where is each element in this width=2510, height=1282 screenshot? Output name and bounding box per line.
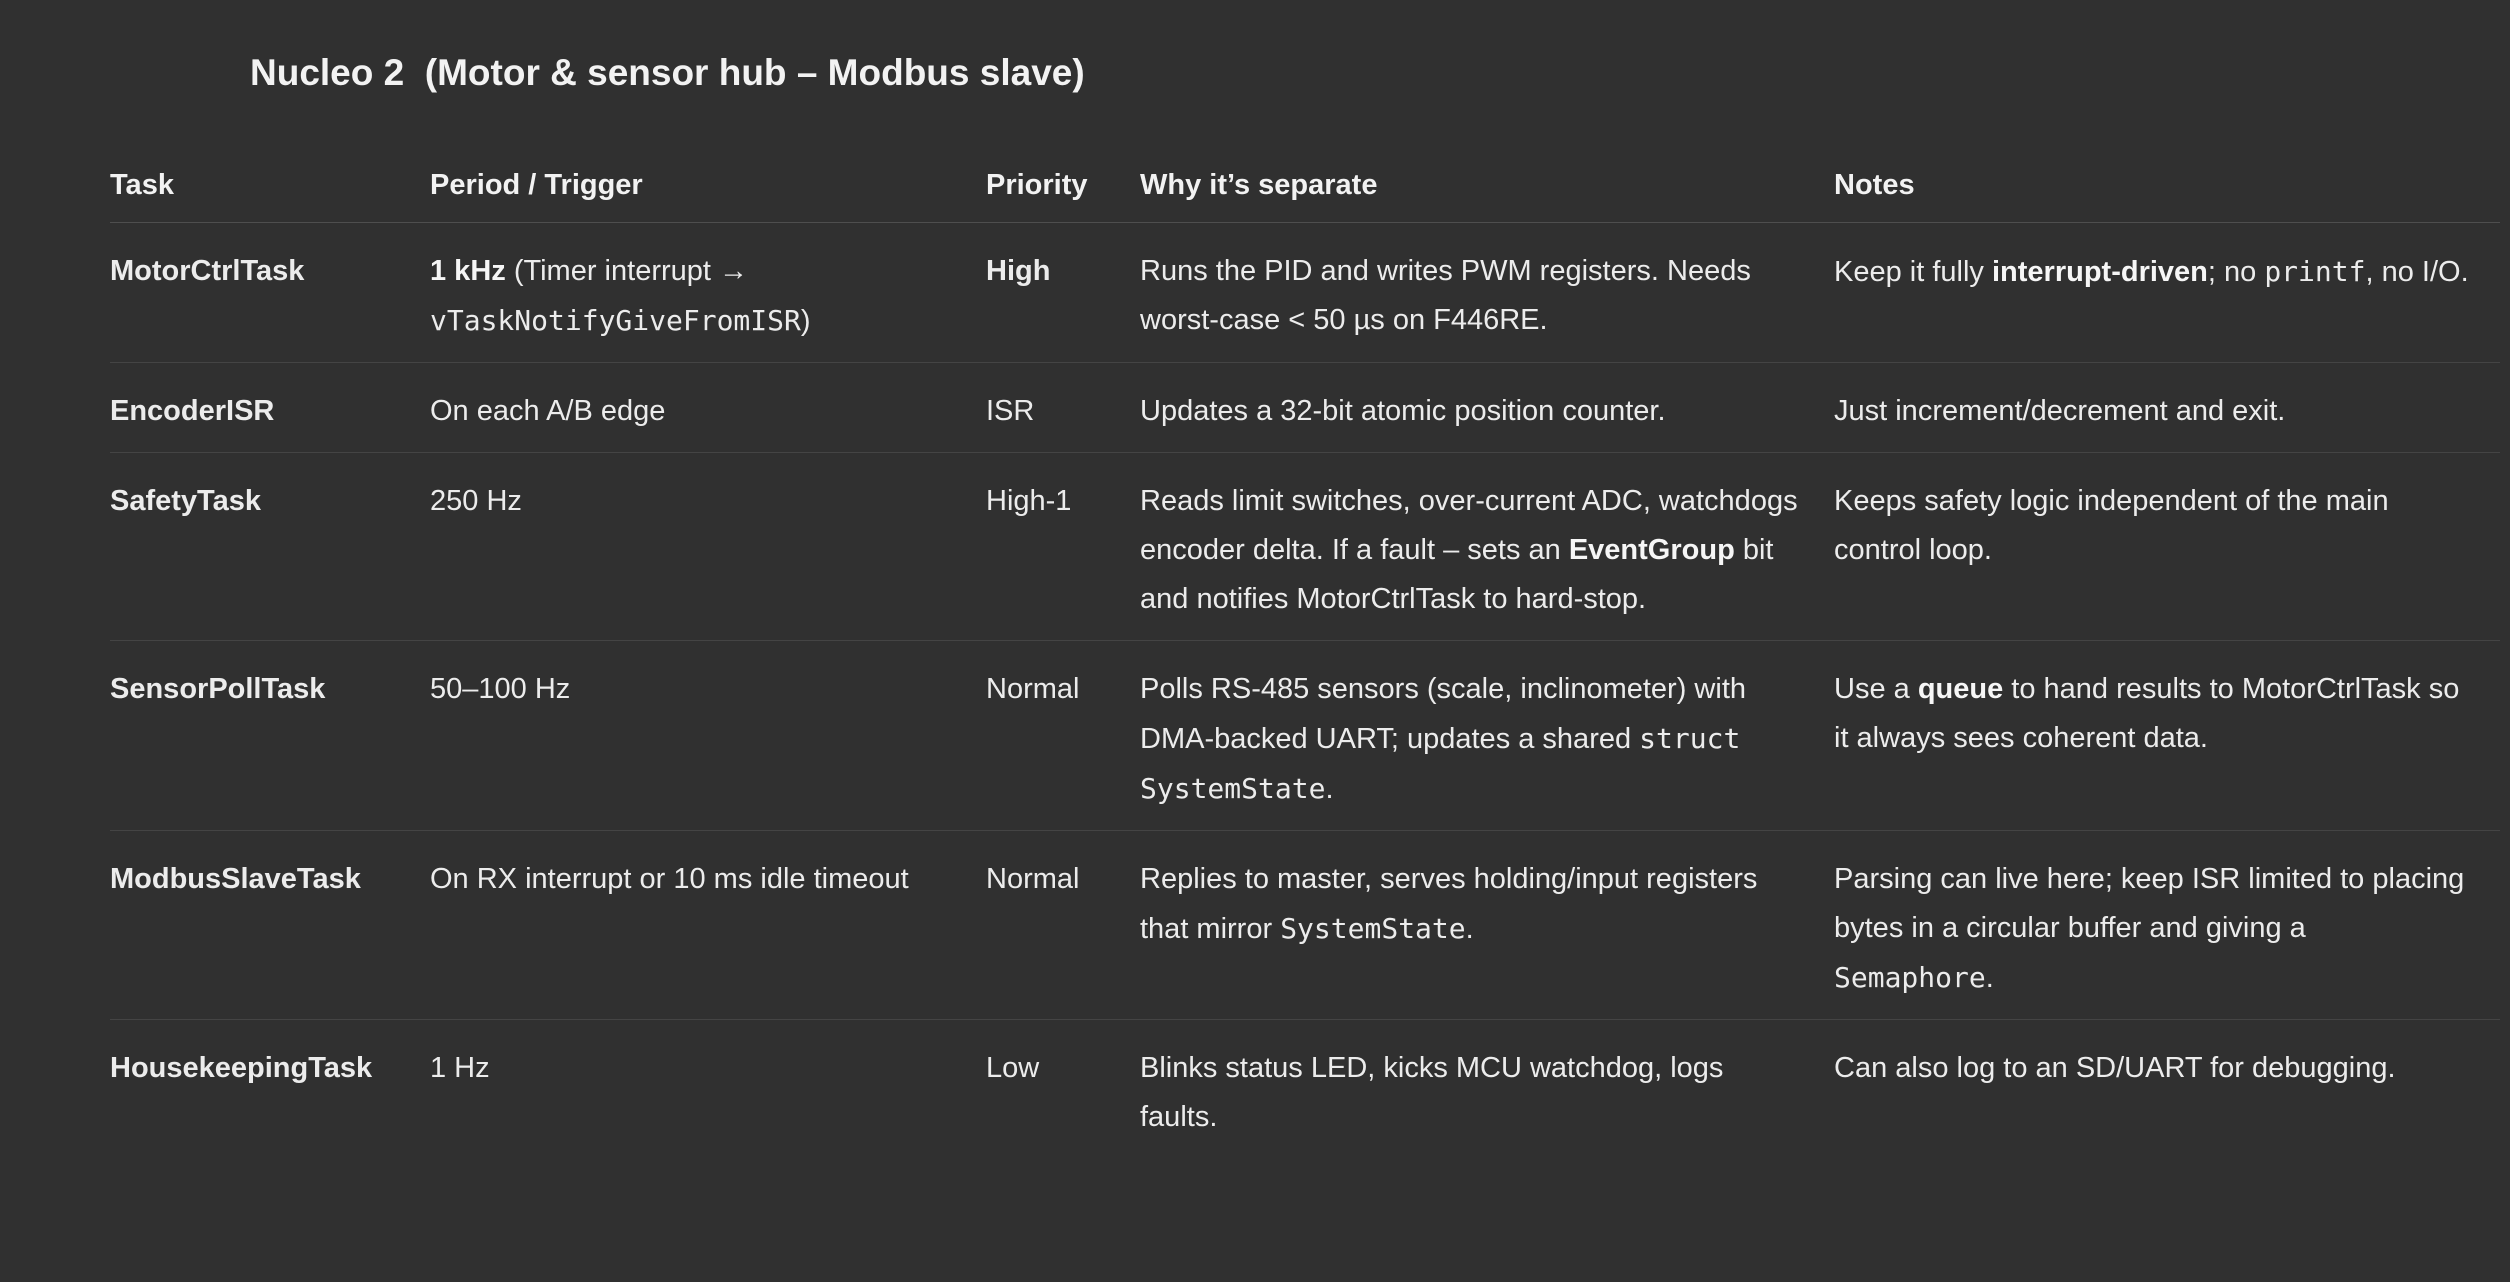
why-cell: Blinks status LED, kicks MCU watchdog, l… bbox=[1140, 1052, 1724, 1133]
table-row: EncoderISR On each A/B edge ISR Updates … bbox=[110, 362, 2500, 453]
section-heading: Nucleo 2 (Motor & sensor hub – Modbus sl… bbox=[250, 52, 1085, 93]
priority-cell: Normal bbox=[986, 640, 1140, 831]
inline-code: vTaskNotifyGiveFromISR bbox=[430, 304, 801, 337]
inline-code: Semaphore bbox=[1834, 961, 1986, 994]
period-cell: 1 Hz bbox=[430, 1052, 490, 1084]
task-name-cell: EncoderISR bbox=[110, 362, 430, 453]
why-cell: Runs the PID and writes PWM registers. N… bbox=[1140, 222, 1834, 363]
column-header-period: Period / Trigger bbox=[430, 150, 986, 223]
task-name-cell: MotorCtrlTask bbox=[110, 222, 430, 363]
task-name-cell: ModbusSlaveTask bbox=[110, 830, 430, 1020]
column-header-notes: Notes bbox=[1834, 150, 2500, 223]
why-cell: Replies to master, serves holding/input … bbox=[1140, 830, 1834, 1020]
notes-cell: Parsing can live here; keep ISR limited … bbox=[1834, 830, 2500, 1020]
table-row: HousekeepingTask 1 Hz Low Blinks status … bbox=[110, 1020, 2500, 1159]
period-frequency: 1 kHz bbox=[430, 255, 506, 287]
column-header-task: Task bbox=[110, 150, 430, 223]
emphasis: EventGroup bbox=[1568, 534, 1735, 566]
period-cell: 250 Hz bbox=[430, 452, 986, 641]
notes-cell: Keep it fully interrupt-driven; no print… bbox=[1834, 222, 2500, 363]
inline-code: printf bbox=[2264, 255, 2366, 288]
table-row: ModbusSlaveTask On RX interrupt or 10 ms… bbox=[110, 830, 2500, 1020]
column-header-why: Why it’s separate bbox=[1140, 150, 1834, 223]
table-row: MotorCtrlTask 1 kHz (Timer interrupt → v… bbox=[110, 222, 2500, 363]
task-name-cell: SafetyTask bbox=[110, 452, 430, 641]
priority-cell: Normal bbox=[986, 830, 1140, 1020]
why-cell: Reads limit switches, over-current ADC, … bbox=[1140, 452, 1834, 641]
why-cell: Polls RS-485 sensors (scale, inclinomete… bbox=[1140, 640, 1834, 831]
notes-cell: Just increment/decrement and exit. bbox=[1834, 362, 2500, 453]
task-table: Task Period / Trigger Priority Why it’s … bbox=[110, 150, 2500, 1158]
emphasis: queue bbox=[1917, 673, 2004, 705]
priority-cell: High bbox=[986, 222, 1140, 363]
task-name-cell: HousekeepingTask bbox=[110, 1052, 373, 1084]
notes-cell: Use a queue to hand results to MotorCtrl… bbox=[1834, 640, 2500, 831]
table-row: SafetyTask 250 Hz High-1 Reads limit swi… bbox=[110, 452, 2500, 641]
task-name-cell: SensorPollTask bbox=[110, 640, 430, 831]
column-header-priority: Priority bbox=[986, 150, 1140, 223]
table-row: SensorPollTask 50–100 Hz Normal Polls RS… bbox=[110, 640, 2500, 831]
priority-cell: High-1 bbox=[986, 452, 1140, 641]
priority-cell: Low bbox=[986, 1052, 1040, 1084]
period-cell: On each A/B edge bbox=[430, 362, 986, 453]
inline-code: SystemState bbox=[1280, 912, 1466, 945]
period-cell: 50–100 Hz bbox=[430, 640, 986, 831]
why-cell: Updates a 32-bit atomic position counter… bbox=[1140, 362, 1834, 453]
table-header-row: Task Period / Trigger Priority Why it’s … bbox=[110, 150, 2500, 223]
priority-cell: ISR bbox=[986, 362, 1140, 453]
notes-cell: Can also log to an SD/UART for debugging… bbox=[1834, 1052, 2396, 1084]
notes-cell: Keeps safety logic independent of the ma… bbox=[1834, 452, 2500, 641]
period-cell: 1 kHz (Timer interrupt → vTaskNotifyGive… bbox=[430, 222, 986, 363]
period-cell: On RX interrupt or 10 ms idle timeout bbox=[430, 830, 986, 1020]
emphasis: interrupt-driven bbox=[1991, 256, 2208, 288]
